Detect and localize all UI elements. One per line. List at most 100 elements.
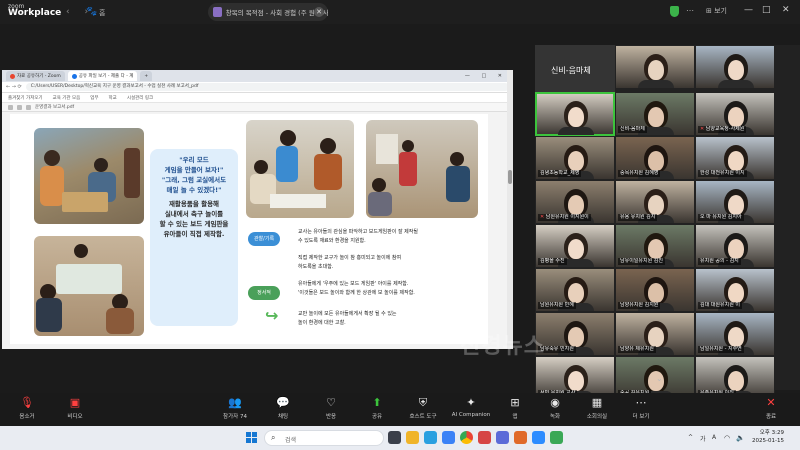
participant-tile[interactable] <box>695 45 775 89</box>
participant-tile[interactable]: 유치원 공의 - 김지 <box>695 224 775 268</box>
system-clock[interactable]: 오후 3:29 2025-01-15 <box>752 429 784 445</box>
minimize-button[interactable]: — <box>744 5 753 15</box>
paw-icon[interactable]: 🐾 <box>86 7 97 17</box>
participant-tile[interactable]: 남양유치원 김지원 <box>615 268 695 312</box>
participant-tile[interactable]: 유용 유치원 김지 <box>615 180 695 224</box>
host-tools-button[interactable]: ⛨ 호스트 도구 <box>398 396 448 420</box>
participant-tile[interactable]: 남양유 제유치원 <box>615 312 695 356</box>
participant-tile[interactable] <box>615 45 695 89</box>
view-button[interactable]: ⊞ 보기 <box>706 6 727 16</box>
chat-button[interactable]: 💬 채팅 <box>258 396 308 420</box>
pdf-scrollbar[interactable] <box>507 70 513 349</box>
participant-tile[interactable]: ✕ 남원유치원 이지원이 <box>535 180 615 224</box>
quote-line: 매일 놀 수 있겠다!" <box>166 186 222 194</box>
participant-name-label: 김녕초등학교_제영 <box>538 170 582 177</box>
more-button[interactable]: ⋯ 더 보기 <box>616 396 666 420</box>
participant-tile[interactable] <box>535 92 615 136</box>
control-label: 공유 <box>371 414 383 420</box>
share-button[interactable]: ⬆ 공유 <box>352 396 402 420</box>
participant-tile[interactable]: 남일유치원 - 지수연 <box>695 312 775 356</box>
chevron-down-icon[interactable]: ⌄ <box>656 374 663 383</box>
task-view-icon[interactable] <box>388 431 401 444</box>
wifi-icon[interactable]: ◠ <box>724 434 730 442</box>
control-label: AI Companion <box>451 412 491 418</box>
tray-chevron-icon[interactable]: ^ <box>688 434 693 441</box>
browser-nav-icons[interactable]: ← → ⟳ <box>6 84 22 90</box>
paragraph-1: 교사는 유아들의 관심을 파악하고 보드게임판이 잘 제작될 수 있도록 재료와… <box>298 229 418 244</box>
shield-icon[interactable] <box>670 6 679 17</box>
control-label: 종료 <box>765 414 777 420</box>
close-window-button[interactable]: ✕ <box>782 5 790 15</box>
meeting-title-pill[interactable]: 창목의 목적점 - 사회 경험 (주 원의 사주)... ✕ <box>208 3 328 21</box>
participant-tile[interactable]: 남유숙유 민지원 <box>535 312 615 356</box>
participant-video-face <box>728 107 744 127</box>
app-icon[interactable] <box>478 431 491 444</box>
end-button[interactable]: ✕ 종료 <box>746 396 796 420</box>
participant-tile[interactable]: 숭목유치원 김혜영 <box>615 136 695 180</box>
app-icon[interactable] <box>496 431 509 444</box>
pdf-tool-icon[interactable] <box>26 104 31 110</box>
url-input[interactable]: C:/Users/USER/Desktop/혁신교육 지구 운영 결과보고서 -… <box>25 83 509 91</box>
edge-icon[interactable] <box>424 431 437 444</box>
watermark: 신경뉴스 <box>460 334 545 359</box>
ime-indicator[interactable]: 가 <box>700 434 706 443</box>
participant-tile[interactable]: 김평을 수진 <box>535 224 615 268</box>
browser-tab[interactable]: 자료 공유하기 - Zoom <box>6 71 65 81</box>
store-icon[interactable] <box>442 431 455 444</box>
bookmark-item[interactable]: 학교 <box>109 95 117 101</box>
tag-emotional: 정서적 <box>248 286 280 300</box>
participant-tile[interactable]: 오 마 유치원 김지아 <box>695 180 775 224</box>
participants-button[interactable]: 👥 참가자 74 <box>210 396 260 420</box>
participant-tile[interactable]: 남유이일유치원 김진 <box>615 224 695 268</box>
meeting-title: 창목의 목적점 - 사회 경험 (주 원의 사주)... <box>225 9 328 17</box>
quote-body: 재활용품을 활용해 <box>168 200 220 208</box>
maximize-button[interactable]: □ <box>762 5 771 15</box>
ime-mode[interactable]: A <box>712 434 716 441</box>
windows-start-icon[interactable] <box>246 432 257 443</box>
ellipsis-icon[interactable]: ⋯ <box>686 6 694 15</box>
ai-companion-button[interactable]: ✦ AI Companion <box>446 396 496 418</box>
app-icon[interactable] <box>514 431 527 444</box>
participant-name: 남양교육청-사제원 <box>705 126 745 132</box>
participant-tile[interactable]: 한성 대전유치원 이지 <box>695 136 775 180</box>
browser-window-controls[interactable]: — □ ✕ <box>465 73 507 79</box>
participant-name: 한성 대전유치원 이지 <box>700 170 745 176</box>
zoom-logo: zoom Workplace <box>8 3 62 18</box>
home-label[interactable]: 홈 <box>99 8 105 18</box>
activity-photo <box>366 120 478 218</box>
new-tab-button[interactable]: + <box>140 71 153 81</box>
participant-tile[interactable]: ✕ 남양교육청-사제원 <box>695 92 775 136</box>
participant-tile[interactable]: 김대 대원유치원 이 <box>695 268 775 312</box>
participant-tile[interactable]: 김녕초등학교_제영 <box>535 136 615 180</box>
reaction-button[interactable]: ♡ 반응 <box>306 396 356 420</box>
chrome-icon[interactable] <box>460 431 473 444</box>
participant-name-label: ✕ 남양교육청-사제원 <box>698 126 747 133</box>
bookmark-item[interactable]: 즐겨찾기 가져오기 <box>8 95 43 101</box>
control-label: 음소거 <box>19 414 35 420</box>
control-label: 호스트 도구 <box>409 414 437 420</box>
video-button[interactable]: ▣ 비디오 <box>50 396 100 420</box>
participant-name: 남유이일유치원 김진 <box>620 258 663 264</box>
participant-tile[interactable]: 남원유치원 민혜 <box>535 268 615 312</box>
participant-tile[interactable]: 신비-음마체 <box>615 92 695 136</box>
bookmark-item[interactable]: 시설관리 링크 <box>127 95 153 101</box>
participant-name-label: 오 마 유치원 김지아 <box>698 214 744 221</box>
quote-line: "우리 모드 <box>179 156 209 164</box>
zoom-taskbar-icon[interactable] <box>532 431 545 444</box>
bookmark-item[interactable]: 교육 기관 모음 <box>53 95 81 101</box>
file-explorer-icon[interactable] <box>406 431 419 444</box>
participant-video-face <box>728 283 744 303</box>
bookmark-item[interactable]: 업무 <box>90 95 98 101</box>
taskbar-search[interactable]: ⌕ 검색 <box>264 430 384 446</box>
browser-tab-active[interactable]: 공유 파일 보기 - 제출 다 - 계 <box>67 71 138 81</box>
app-icon[interactable] <box>550 431 563 444</box>
close-icon[interactable]: ✕ <box>314 7 324 17</box>
speaker-icon[interactable]: 🔈 <box>736 434 745 442</box>
participant-name-label: 김대 대원유치원 이 <box>698 302 742 309</box>
participant-video-face <box>648 151 664 171</box>
mic-button[interactable]: 🎙 음소거 <box>2 396 52 420</box>
pdf-tool-icon[interactable] <box>17 104 22 110</box>
pdf-tool-icon[interactable] <box>8 104 13 110</box>
participant-name-label: 숭목유치원 김혜영 <box>618 170 661 177</box>
breakout-button[interactable]: ▦ 소회의실 <box>572 396 622 420</box>
